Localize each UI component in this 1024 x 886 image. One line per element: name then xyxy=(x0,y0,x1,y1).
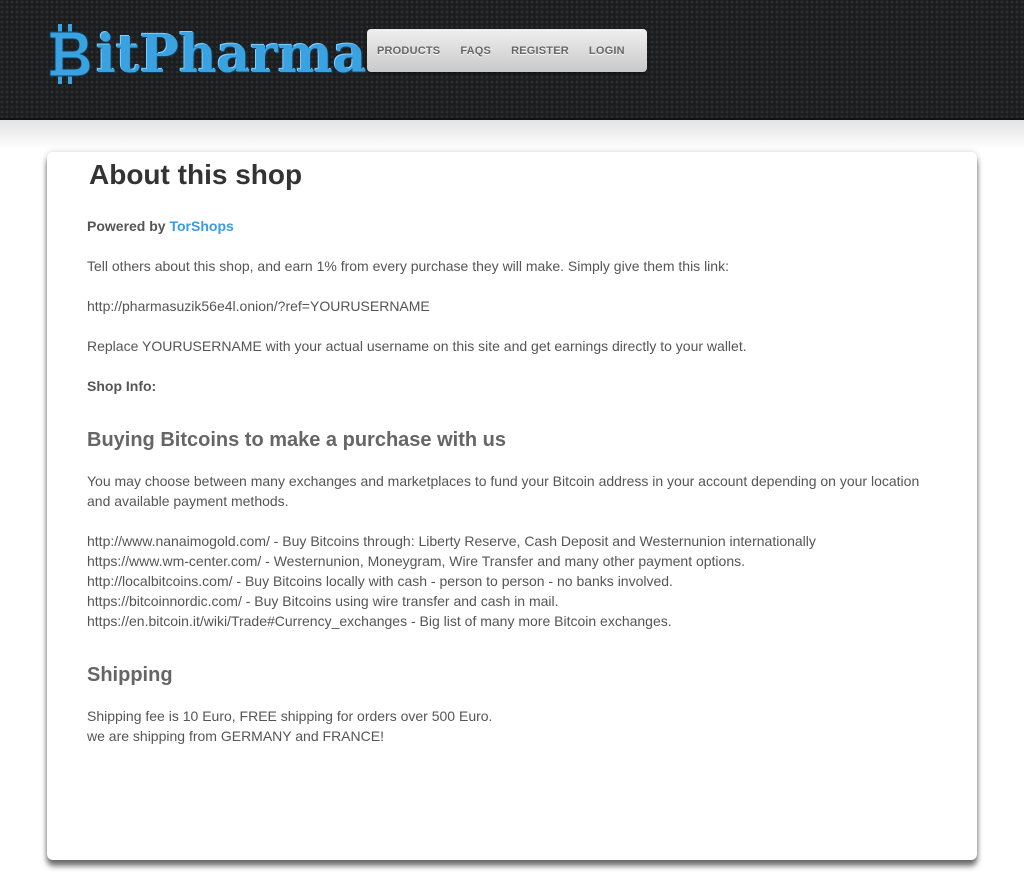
exchange-item: http://localbitcoins.com/ - Buy Bitcoins… xyxy=(87,573,673,589)
exchange-item: https://bitcoinnordic.com/ - Buy Bitcoin… xyxy=(87,593,559,609)
header-shadow xyxy=(0,120,1024,150)
referral-intro: Tell others about this shop, and earn 1%… xyxy=(87,258,729,274)
exchange-item: http://www.nanaimogold.com/ - Buy Bitcoi… xyxy=(87,533,816,549)
bitcoins-heading: Buying Bitcoins to make a purchase with … xyxy=(87,429,506,451)
bitcoins-intro-line1: You may choose between many exchanges an… xyxy=(87,473,920,489)
nav-faqs[interactable]: FAQS xyxy=(460,45,491,57)
referral-note: Replace YOURUSERNAME with your actual us… xyxy=(87,338,747,354)
bitcoins-intro-line2: and available payment methods. xyxy=(87,493,289,509)
powered-by-label: Powered by xyxy=(87,218,166,234)
exchange-item: https://www.wm-center.com/ - Westernunio… xyxy=(87,553,746,569)
powered-by-line: Powered by TorShops xyxy=(87,216,234,236)
site-header: itPharma PRODUCTS FAQS REGISTER LOGIN xyxy=(0,0,1024,120)
shipping-heading: Shipping xyxy=(87,664,173,686)
referral-link: http://pharmasuzik56e4l.onion/?ref=YOURU… xyxy=(87,298,430,314)
nav-register[interactable]: REGISTER xyxy=(511,45,569,57)
shop-info-label: Shop Info: xyxy=(87,378,157,394)
content-panel: About this shop Powered by TorShops Tell… xyxy=(47,152,977,860)
torshops-link[interactable]: TorShops xyxy=(169,218,233,234)
main-nav: PRODUCTS FAQS REGISTER LOGIN xyxy=(367,29,647,72)
logo-text: itPharma xyxy=(96,23,367,85)
shipping-origin-line: we are shipping from GERMANY and FRANCE! xyxy=(87,728,384,744)
nav-login[interactable]: LOGIN xyxy=(589,45,625,57)
bitcoin-b-icon xyxy=(46,22,92,86)
logo-wordmark: itPharma xyxy=(46,18,367,90)
bitpharma-logo[interactable]: itPharma xyxy=(46,18,367,90)
shipping-fee-line: Shipping fee is 10 Euro, FREE shipping f… xyxy=(87,708,493,724)
exchange-item: https://en.bitcoin.it/wiki/Trade#Currenc… xyxy=(87,613,672,629)
page-title: About this shop xyxy=(89,159,303,190)
nav-products[interactable]: PRODUCTS xyxy=(377,45,440,57)
